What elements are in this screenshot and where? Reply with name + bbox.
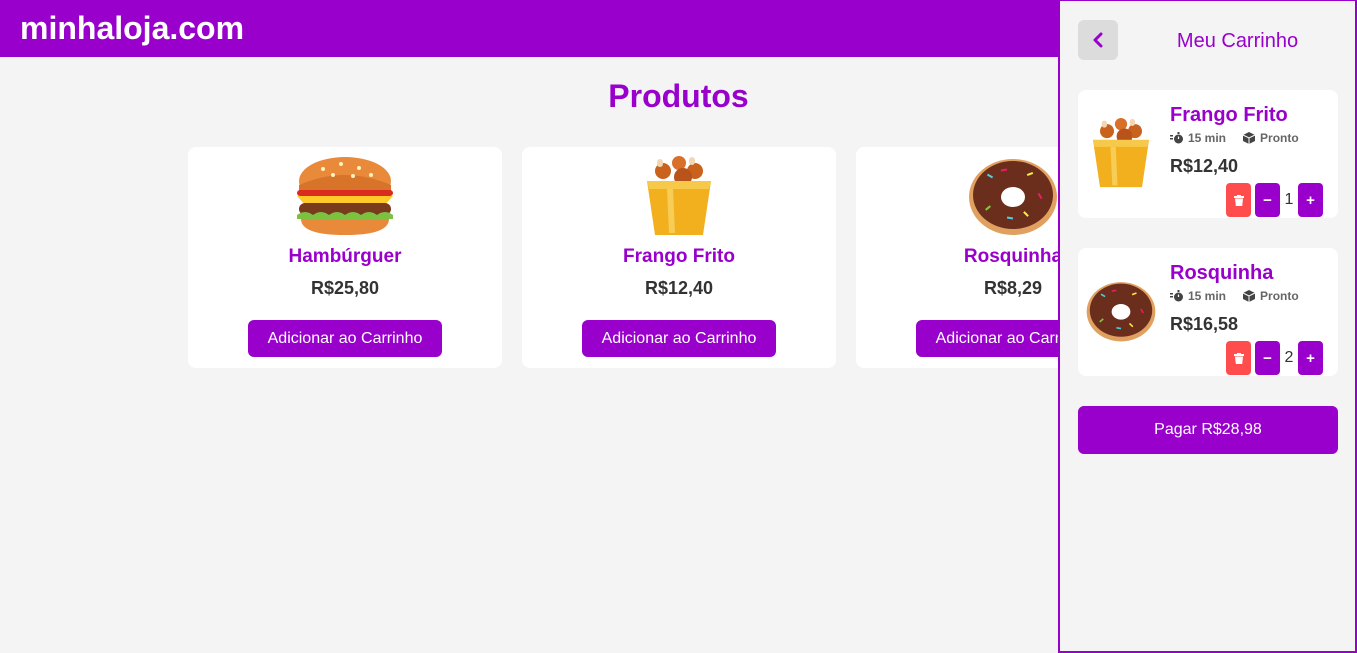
product-card: Hambúrguer R$25,80 Adicionar ao Carrinho [188, 147, 502, 368]
quantity-value: 1 [1284, 191, 1294, 208]
product-price: R$25,80 [310, 278, 380, 298]
add-to-cart-button[interactable]: Adicionar ao Carrinho [248, 320, 442, 357]
cart-item-meta: 15 min Pronto [1170, 289, 1299, 303]
plus-icon: + [1306, 191, 1315, 209]
product-card: Frango Frito R$12,40 Adicionar ao Carrin… [522, 147, 836, 368]
product-price: R$12,40 [644, 278, 714, 298]
package-icon [1242, 132, 1256, 144]
cart-item-meta: 15 min Pronto [1170, 131, 1299, 145]
increase-quantity-button[interactable]: + [1298, 183, 1323, 217]
cart-item: Rosquinha 15 min Pronto R$16,58 − 2 + [1078, 248, 1338, 376]
stopwatch-icon [1170, 290, 1183, 302]
stopwatch-icon [1170, 132, 1183, 144]
decrease-quantity-button[interactable]: − [1255, 183, 1280, 217]
cart-item-name: Frango Frito [1170, 104, 1288, 126]
pay-button[interactable]: Pagar R$28,98 [1078, 406, 1338, 454]
donut-icon [1084, 268, 1158, 354]
cart-title: Meu Carrinho [1176, 30, 1299, 52]
cart-panel: Meu Carrinho Frango Frito 15 min Pronto … [1058, 0, 1357, 653]
prep-time: 15 min [1188, 131, 1227, 145]
product-name: Frango Frito [623, 246, 735, 267]
product-name: Hambúrguer [288, 246, 402, 267]
plus-icon: + [1306, 349, 1315, 367]
quantity-controls: − 1 + [1226, 183, 1323, 217]
cart-item-name: Rosquinha [1170, 262, 1274, 284]
quantity-controls: − 2 + [1226, 341, 1323, 375]
item-status: Pronto [1260, 131, 1299, 145]
add-to-cart-button[interactable]: Adicionar ao Carrinho [582, 320, 776, 357]
trash-icon [1233, 194, 1244, 206]
decrease-quantity-button[interactable]: − [1255, 341, 1280, 375]
cart-item: Frango Frito 15 min Pronto R$12,40 − 1 + [1078, 90, 1338, 218]
fried-chicken-icon [1084, 110, 1158, 196]
fried-chicken-icon [522, 155, 836, 237]
minus-icon: − [1263, 349, 1272, 367]
minus-icon: − [1263, 191, 1272, 209]
cart-item-price: R$12,40 [1170, 156, 1239, 176]
back-button[interactable] [1078, 20, 1118, 60]
burger-icon [188, 155, 502, 237]
item-status: Pronto [1260, 289, 1299, 303]
trash-icon [1233, 352, 1244, 364]
chevron-left-icon [1093, 32, 1103, 48]
increase-quantity-button[interactable]: + [1298, 341, 1323, 375]
remove-item-button[interactable] [1226, 341, 1251, 375]
remove-item-button[interactable] [1226, 183, 1251, 217]
cart-item-price: R$16,58 [1170, 314, 1239, 334]
package-icon [1242, 290, 1256, 302]
site-logo[interactable]: minhaloja.com [20, 10, 244, 47]
quantity-value: 2 [1284, 349, 1294, 366]
prep-time: 15 min [1188, 289, 1227, 303]
